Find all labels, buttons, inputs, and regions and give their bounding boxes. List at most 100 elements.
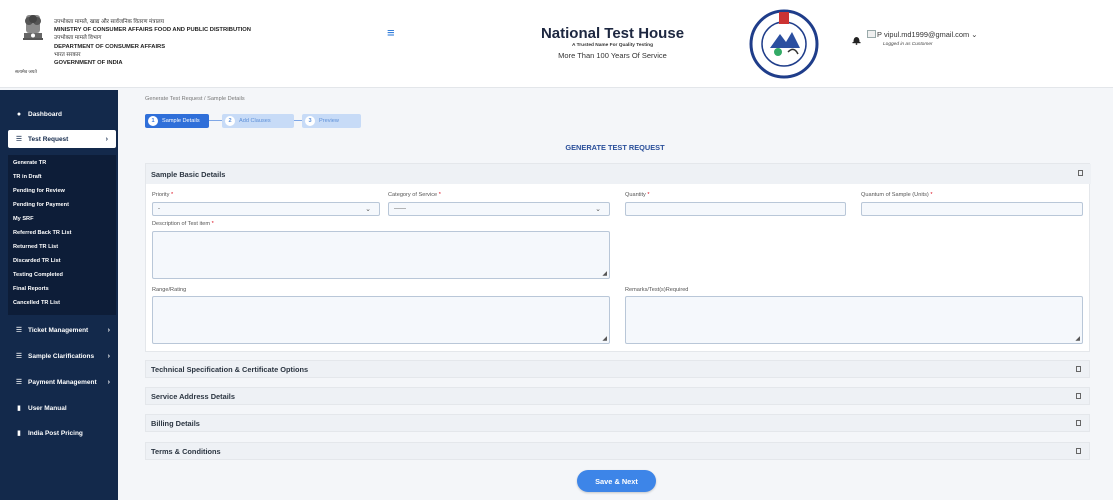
step-sample-details[interactable]: 1 Sample Details [145, 114, 209, 128]
section-service-address[interactable]: Service Address Details [145, 387, 1090, 405]
step-add-clauses[interactable]: 2 Add Clauses [222, 114, 294, 128]
test-request-submenu: Generate TR TR in Draft Pending for Revi… [8, 155, 116, 315]
save-next-button[interactable]: Save & Next [577, 470, 656, 492]
remarks-textarea[interactable]: ◢ [625, 296, 1083, 344]
submenu-item[interactable]: Final Reports [13, 286, 49, 292]
emblem-caption: सत्यमेव जयते [15, 69, 37, 74]
label-text: Priority [152, 192, 170, 198]
collapse-icon[interactable] [1078, 170, 1083, 176]
step-connector [294, 120, 302, 121]
chevron-down-icon: ⌄ [971, 30, 978, 39]
required-mark: * [211, 221, 214, 227]
sidebar-item-payment-management[interactable]: ☰ Payment Management › [0, 373, 118, 391]
description-label: Description of Test item * [152, 221, 214, 227]
expand-icon[interactable] [1076, 448, 1081, 454]
section-terms-conditions[interactable]: Terms & Conditions [145, 442, 1090, 460]
submenu-item[interactable]: Discarded TR List [13, 258, 61, 264]
priority-label: Priority * [152, 192, 173, 198]
list-icon: ☰ [15, 353, 23, 360]
quantum-input[interactable] [861, 202, 1083, 216]
chevron-right-icon: › [107, 378, 110, 386]
category-label: Category of Service * [388, 192, 441, 198]
national-emblem-icon [23, 15, 43, 40]
section-header[interactable]: Sample Basic Details [146, 164, 1091, 184]
chevron-down-icon: ⌄ [365, 206, 371, 213]
chevron-down-icon: ⌄ [595, 206, 601, 213]
section-title: Billing Details [151, 418, 200, 428]
sidebar-item-dashboard[interactable]: ● Dashboard [0, 105, 118, 123]
quantity-input[interactable] [625, 202, 846, 216]
label-text: Description of Test item [152, 221, 211, 227]
range-label: Range/Rating [152, 287, 187, 293]
step-number: 1 [148, 116, 158, 126]
org-tagline: A Trusted Name For Quality Testing [571, 43, 654, 48]
gov-name: GOVERNMENT OF INDIA [54, 60, 123, 67]
section-title: Service Address Details [151, 391, 235, 401]
header: सत्यमेव जयते उपभोक्ता मामले, खाद्य और सा… [0, 0, 1113, 88]
dept-hindi: उपभोक्ता मामले विभाग [54, 35, 102, 42]
submenu-item[interactable]: Pending for Review [13, 188, 65, 194]
step-label: Preview [319, 118, 339, 124]
gov-hindi: भारत सरकार [54, 51, 81, 58]
select-value: ------ [394, 206, 406, 212]
required-mark: * [170, 192, 174, 198]
submenu-item[interactable]: Returned TR List [13, 244, 58, 250]
submenu-item[interactable]: Referred Back TR List [13, 230, 71, 236]
step-number: 3 [305, 116, 315, 126]
step-label: Sample Details [162, 118, 200, 124]
label-text: Quantity [625, 192, 646, 198]
chevron-right-icon: › [105, 135, 108, 143]
ministry-block: उपभोक्ता मामले, खाद्य और सार्वजनिक वितरण… [54, 18, 251, 67]
submenu-item[interactable]: Testing Completed [13, 272, 63, 278]
user-menu[interactable]: P vipul.md1999@gmail.com ⌄ Logged in as … [867, 30, 977, 47]
step-number: 2 [225, 116, 235, 126]
dept-name: DEPARTMENT OF CONSUMER AFFAIRS [54, 43, 166, 50]
page-title: GENERATE TEST REQUEST [565, 143, 665, 152]
submenu-item[interactable]: Pending for Payment [13, 202, 69, 208]
sidebar-item-test-request[interactable]: ☰ Test Request › [8, 130, 116, 148]
expand-icon[interactable] [1076, 366, 1081, 372]
breadcrumb: Generate Test Request / Sample Details [145, 96, 245, 102]
resize-grip-icon[interactable]: ◢ [602, 335, 607, 342]
category-select[interactable]: ------ ⌄ [388, 202, 610, 216]
stepper: 1 Sample Details 2 Add Clauses 3 Preview [145, 114, 361, 128]
book-icon: ▮ [17, 405, 21, 412]
list-icon: ☰ [15, 327, 23, 334]
resize-grip-icon[interactable]: ◢ [602, 270, 607, 277]
section-billing-details[interactable]: Billing Details [145, 414, 1090, 432]
label-text: Category of Service [388, 192, 438, 198]
sidebar-item-india-post-pricing[interactable]: ▮ India Post Pricing [0, 424, 118, 442]
user-email: vipul.md1999@gmail.com [884, 30, 970, 39]
submenu-item[interactable]: Cancelled TR List [13, 300, 60, 306]
sample-basic-details-panel: Sample Basic Details Priority * - ⌄ Cate… [145, 163, 1091, 352]
expand-icon[interactable] [1076, 393, 1081, 399]
range-textarea[interactable]: ◢ [152, 296, 610, 344]
step-connector [209, 120, 222, 121]
bell-icon[interactable] [852, 35, 861, 45]
quantum-label: Quantum of Sample (Units) * [861, 192, 933, 198]
nth-seal-logo [749, 9, 819, 79]
step-preview[interactable]: 3 Preview [302, 114, 361, 128]
book-icon: ▮ [17, 430, 21, 437]
chevron-right-icon: › [107, 326, 110, 334]
org-title: National Test House [540, 25, 685, 42]
ministry-name: MINISTRY OF CONSUMER AFFAIRS FOOD AND PU… [54, 27, 251, 34]
avatar [867, 30, 876, 38]
submenu-item[interactable]: My SRF [13, 216, 34, 222]
user-email-row[interactable]: P vipul.md1999@gmail.com ⌄ [867, 30, 977, 39]
resize-grip-icon[interactable]: ◢ [1075, 335, 1080, 342]
sidebar-item-label: Test Request [28, 135, 69, 143]
sidebar-item-user-manual[interactable]: ▮ User Manual [0, 399, 118, 417]
section-technical-specification[interactable]: Technical Specification & Certificate Op… [145, 360, 1090, 378]
priority-select[interactable]: - ⌄ [152, 202, 380, 216]
expand-icon[interactable] [1076, 420, 1081, 426]
hamburger-menu-icon[interactable]: ≡ [387, 25, 395, 40]
description-textarea[interactable]: ◢ [152, 231, 610, 279]
label-text: Quantum of Sample (Units) [861, 192, 929, 198]
sidebar-item-label: Payment Management [28, 378, 97, 386]
sidebar-item-ticket-management[interactable]: ☰ Ticket Management › [0, 321, 118, 339]
section-title: Terms & Conditions [151, 446, 221, 456]
submenu-item[interactable]: TR in Draft [13, 174, 42, 180]
submenu-item[interactable]: Generate TR [13, 160, 46, 166]
sidebar-item-sample-clarifications[interactable]: ☰ Sample Clarifications › [0, 347, 118, 365]
